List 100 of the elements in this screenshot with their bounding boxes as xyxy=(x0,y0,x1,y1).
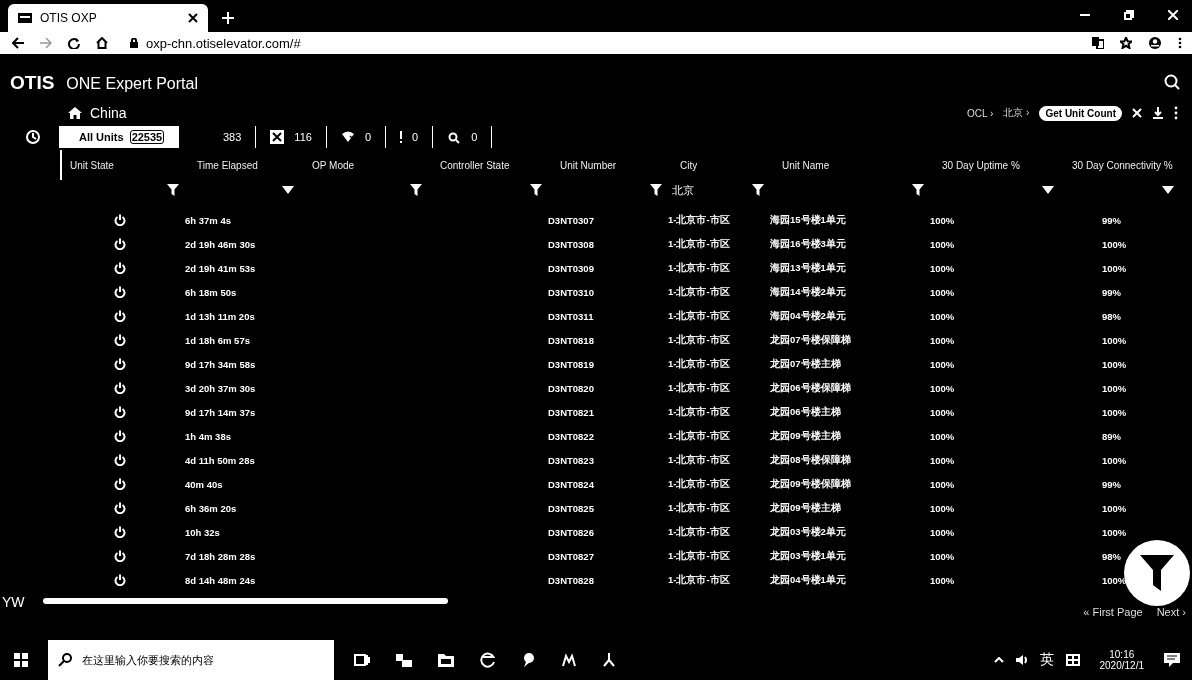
forward-icon[interactable] xyxy=(40,37,52,49)
power-icon xyxy=(114,286,126,298)
table-cell-text: D3NT0820 xyxy=(548,382,595,394)
power-icon xyxy=(114,310,126,322)
table-cell-text: 1-北京市-市区 xyxy=(668,429,731,443)
count-tab[interactable]: 0 xyxy=(386,126,434,148)
caret-icon[interactable] xyxy=(1162,186,1174,194)
home-icon[interactable] xyxy=(96,37,108,49)
clock-date: 2020/12/1 xyxy=(1099,660,1144,671)
power-icon xyxy=(114,574,126,586)
table-cell: 100% xyxy=(1102,502,1127,514)
back-icon[interactable] xyxy=(12,37,24,49)
table-cell: 100% xyxy=(1102,406,1127,418)
search-icon[interactable] xyxy=(1164,74,1180,90)
table-cell-text: 100% xyxy=(930,238,956,250)
table-cell-text: 8d 14h 48m 24s xyxy=(185,574,257,586)
column-header[interactable]: Unit State xyxy=(62,159,114,171)
app-icon[interactable] xyxy=(396,652,412,668)
filter-icon[interactable] xyxy=(650,184,662,196)
table-cell-text: 1-北京市-市区 xyxy=(668,525,731,539)
more-icon[interactable] xyxy=(1174,106,1178,120)
filter-icon[interactable] xyxy=(530,184,542,196)
task-view-icon[interactable] xyxy=(354,653,370,667)
count-label: 0 xyxy=(364,131,372,143)
favicon-icon xyxy=(18,13,32,23)
table-cell-text: 龙园06号楼主梯 xyxy=(770,405,842,419)
first-page-link[interactable]: « First Page xyxy=(1083,606,1143,618)
browser-tab[interactable]: OTIS OXP xyxy=(8,4,208,32)
table-cell-text: 1-北京市-市区 xyxy=(668,309,731,323)
count-tab[interactable]: 0 xyxy=(326,126,387,148)
column-header[interactable]: 30 Day Uptime % xyxy=(932,159,1062,171)
figure-icon[interactable] xyxy=(602,653,616,667)
table-cell: 100% xyxy=(1102,454,1127,466)
translate-icon[interactable] xyxy=(1092,37,1104,49)
notification-icon[interactable] xyxy=(1164,653,1180,667)
more-icon[interactable] xyxy=(1178,37,1182,49)
folder-icon[interactable] xyxy=(438,653,454,667)
home-icon[interactable] xyxy=(68,107,82,119)
count-tab[interactable]: 116 xyxy=(256,126,327,148)
table-cell: 89% xyxy=(1102,430,1121,442)
table-cell-text: 1-北京市-市区 xyxy=(668,213,731,227)
table-cell-text: 龙园07号楼保障梯 xyxy=(770,333,852,347)
next-link[interactable]: Next › xyxy=(1156,606,1186,618)
count-tab[interactable]: 0 xyxy=(433,126,493,148)
table-cell-text: 1d 18h 6m 57s xyxy=(185,334,251,346)
column-header[interactable]: 30 Day Connectivity % xyxy=(1062,159,1182,171)
table-cell-text: 1-北京市-市区 xyxy=(668,357,731,371)
filter-icon[interactable] xyxy=(167,184,179,196)
chat-icon[interactable] xyxy=(522,652,536,668)
power-icon xyxy=(114,502,126,514)
address-field[interactable]: oxp-chn.otiselevator.com/# xyxy=(146,35,301,51)
table-cell: 100% xyxy=(1102,526,1127,538)
keyboard-icon[interactable] xyxy=(1065,654,1080,666)
star-icon[interactable] xyxy=(1120,37,1132,49)
search-icon xyxy=(447,130,462,144)
count-label: 0 xyxy=(471,131,478,143)
download-icon[interactable] xyxy=(1152,107,1164,119)
table-cell-text: 100% xyxy=(930,526,956,538)
caret-icon[interactable] xyxy=(1042,186,1054,194)
input-method-label[interactable]: 英 xyxy=(1039,651,1054,669)
new-tab-icon[interactable] xyxy=(222,12,234,24)
taskbar-search-field[interactable]: 在这里输入你要搜索的内容 xyxy=(48,640,334,680)
restore-icon[interactable] xyxy=(1124,10,1134,20)
windows-icon[interactable] xyxy=(14,653,28,667)
table-cell-text: 100% xyxy=(930,430,956,442)
table-cell: 100% xyxy=(1102,382,1127,394)
column-header[interactable]: Controller State xyxy=(430,159,550,171)
speaker-icon[interactable] xyxy=(1015,654,1028,666)
table-cell-text: 100% xyxy=(930,550,956,562)
column-header[interactable]: City xyxy=(670,159,772,171)
close-icon[interactable] xyxy=(188,13,198,23)
browser-icon[interactable] xyxy=(480,652,496,668)
column-header[interactable]: Unit Number xyxy=(550,159,670,171)
breadcrumb-link[interactable]: 北京 › xyxy=(1003,106,1030,120)
table-cell-text: 龙园04号楼1单元 xyxy=(770,573,847,587)
table-cell-text: 1h 4m 38s xyxy=(185,430,232,442)
table-cell-text: 3d 20h 37m 30s xyxy=(185,382,257,394)
reload-icon[interactable] xyxy=(68,37,80,49)
column-header[interactable]: OP Mode xyxy=(302,159,430,171)
filter-icon[interactable] xyxy=(410,184,422,196)
chevron-up-icon[interactable] xyxy=(993,657,1004,663)
get-unit-count-button[interactable]: Get Unit Count xyxy=(1039,105,1122,121)
count-tab[interactable]: 383 xyxy=(179,126,257,148)
breadcrumb-link[interactable]: OCL › xyxy=(967,107,994,119)
table-cell-text: D3NT0309 xyxy=(548,262,595,274)
caret-icon[interactable] xyxy=(282,186,294,194)
column-header[interactable]: Time Elapsed xyxy=(187,159,302,171)
count-tab[interactable]: All Units 22535 xyxy=(59,126,179,148)
filter-icon[interactable] xyxy=(912,184,924,196)
table-cell-text: 1-北京市-市区 xyxy=(668,285,731,299)
scrollbar[interactable] xyxy=(42,598,448,604)
filter-icon[interactable] xyxy=(752,184,764,196)
table-cell-text: 1-北京市-市区 xyxy=(668,501,731,515)
profile-icon[interactable] xyxy=(1148,36,1162,50)
column-header[interactable]: Unit Name xyxy=(772,159,932,171)
table-cell-text: 1-北京市-市区 xyxy=(668,453,731,467)
history-icon[interactable] xyxy=(25,129,41,145)
table-cell-text: D3NT0822 xyxy=(548,430,595,442)
search-icon xyxy=(58,653,72,667)
app-logo: OTIS xyxy=(10,72,55,94)
